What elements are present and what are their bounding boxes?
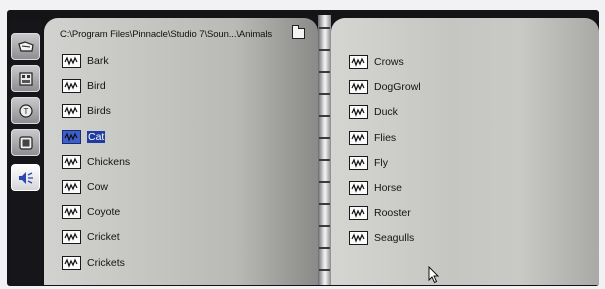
sound-item[interactable]: Cricket [62, 228, 120, 246]
sound-wave-icon [62, 129, 81, 144]
sound-wave-icon [349, 155, 368, 170]
sound-item-label: Duck [374, 106, 398, 119]
spine-notch [319, 269, 330, 271]
sound-item[interactable]: Bark [62, 52, 109, 70]
sound-tab[interactable] [11, 164, 40, 191]
sound-item[interactable]: Seagulls [349, 229, 414, 247]
album-spine-scroll[interactable] [318, 15, 331, 285]
sound-item-label: DogGrowl [374, 81, 421, 94]
sound-wave-icon [349, 206, 368, 221]
sound-wave-icon [62, 255, 81, 270]
image-tab-icon [18, 71, 33, 86]
sound-item-label: Flies [374, 131, 397, 144]
sound-item[interactable]: Crickets [62, 254, 125, 272]
svg-text:T: T [23, 107, 28, 116]
spine-notch [319, 137, 330, 139]
sound-wave-icon [62, 104, 81, 119]
sound-item-label: Bark [87, 55, 109, 67]
sound-item-label: Bird [87, 80, 106, 93]
title-tab-icon: T [18, 103, 33, 118]
sound-item[interactable]: Cow [62, 178, 108, 196]
sound-wave-icon [62, 230, 81, 245]
sound-item-label: Horse [374, 182, 403, 194]
sound-item[interactable]: Crows [349, 53, 404, 71]
sound-tab-icon [18, 171, 33, 184]
sound-wave-icon [62, 154, 81, 169]
folder-icon[interactable] [292, 25, 305, 39]
sound-item[interactable]: Duck [349, 103, 398, 121]
spine-notch [319, 27, 330, 29]
sound-item-label: Cow [87, 181, 109, 193]
sound-item[interactable]: Cat [62, 128, 106, 146]
spine-notch [319, 247, 330, 249]
sound-item-label: Rooster [374, 207, 411, 220]
sound-wave-icon [62, 205, 81, 220]
title-tab[interactable]: T [11, 97, 40, 124]
spine-notch [319, 115, 330, 117]
mouse-pointer-icon [428, 266, 440, 284]
sound-item-label: Chickens [87, 155, 131, 168]
right-page: Crows DogGrowl Duck Flies Fly Horse Rooster Sea… [331, 18, 599, 285]
sound-wave-icon [62, 79, 81, 94]
sound-item[interactable]: Horse [349, 179, 402, 197]
sound-wave-icon [62, 180, 81, 194]
sound-item-label: Crickets [87, 256, 125, 269]
sound-item[interactable]: Chickens [62, 153, 130, 171]
sound-item[interactable]: Flies [349, 129, 396, 147]
sound-wave-icon [349, 55, 368, 69]
sound-item-label: Birds [87, 105, 111, 118]
photo-tab-icon [18, 135, 33, 150]
spine-notch [319, 203, 330, 205]
sound-item-label: Fly [374, 156, 388, 169]
video-tab-icon [17, 40, 34, 52]
sound-item[interactable]: Fly [349, 154, 388, 172]
spine-notch [319, 71, 330, 73]
sound-item-label: Cricket [87, 231, 120, 244]
spine-notch [319, 93, 330, 95]
sound-wave-icon [349, 231, 368, 246]
sound-item[interactable]: Coyote [62, 203, 120, 221]
left-page: C:\Program Files\Pinnacle\Studio 7\Soun.… [44, 18, 318, 285]
album-tab-strip: T [10, 20, 42, 285]
sound-item-label: Crows [374, 56, 404, 68]
sound-item[interactable]: Birds [62, 102, 111, 120]
sound-item-label: Seagulls [374, 232, 415, 245]
sound-wave-icon [349, 130, 368, 145]
sound-wave-icon [349, 105, 368, 120]
spine-notch [319, 181, 330, 183]
video-tab[interactable] [11, 33, 40, 60]
sound-item[interactable]: Bird [62, 77, 106, 95]
spine-notch [319, 159, 330, 161]
spine-notch [319, 49, 330, 51]
sound-item[interactable]: DogGrowl [349, 78, 421, 96]
image-tab[interactable] [11, 65, 40, 92]
sound-wave-icon [62, 54, 81, 68]
folder-path: C:\Program Files\Pinnacle\Studio 7\Soun.… [60, 29, 273, 40]
sound-item[interactable]: Rooster [349, 204, 411, 222]
photo-tab[interactable] [11, 129, 40, 156]
spine-notch [319, 225, 330, 227]
sound-wave-icon [349, 80, 368, 95]
sound-item-label: Coyote [87, 206, 121, 219]
sound-wave-icon [349, 181, 368, 195]
sound-item-label: Cat [87, 130, 106, 143]
